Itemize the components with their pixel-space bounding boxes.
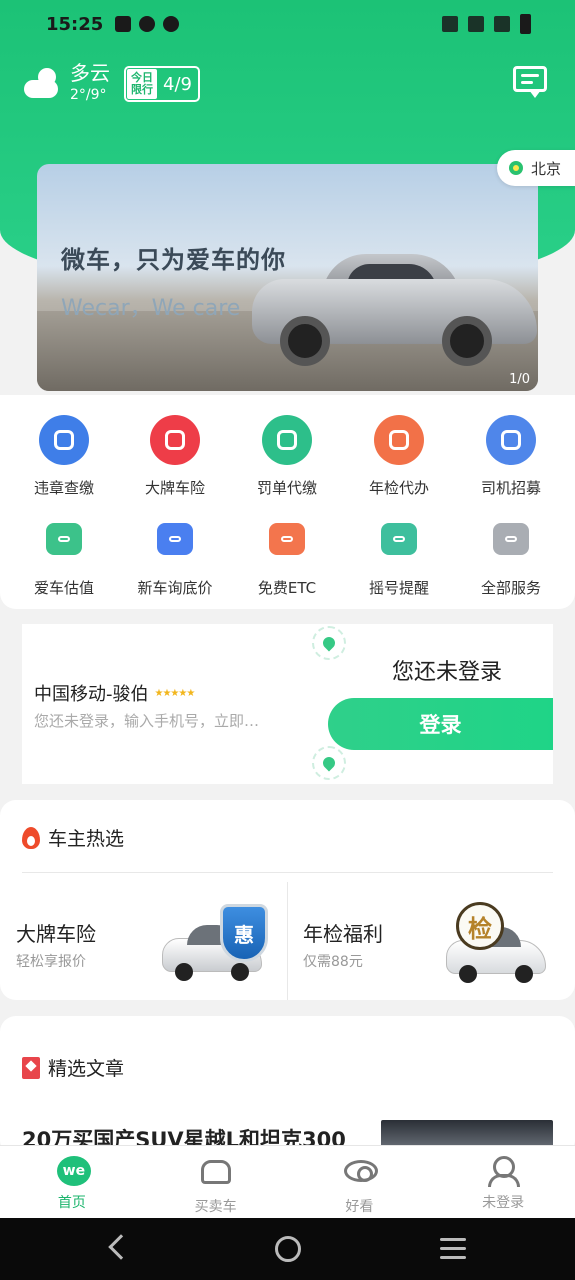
ticket-icon [262, 415, 312, 465]
tab-watch[interactable]: 好看 [288, 1146, 432, 1218]
promo-insurance[interactable]: 大牌车险 轻松享报价 [16, 918, 96, 971]
rating-stars-icon: ★★★★★ [154, 687, 196, 699]
vibrate-icon [442, 16, 458, 32]
status-time: 15:25 [46, 13, 104, 35]
play-icon [163, 16, 180, 32]
tab-buy-sell[interactable]: 买卖车 [144, 1146, 288, 1218]
divider [287, 882, 288, 1000]
violation-icon [39, 415, 89, 465]
login-button[interactable]: 登录 [328, 698, 553, 750]
car-icon [200, 1160, 231, 1184]
rocket-icon [312, 746, 346, 780]
weather-widget[interactable]: 多云 2°/9° [24, 60, 110, 104]
login-card: 中国移动-骏伯 ★★★★★ 您还未登录，输入手机号，立即… 您还未登录 登录 [22, 624, 553, 784]
articles-title: 精选文章 [22, 1054, 124, 1081]
service-etc[interactable]: 免费ETC [231, 515, 343, 598]
partly-cloudy-icon [24, 68, 60, 104]
valuation-icon [46, 523, 82, 555]
hot-picks-title: 车主热选 [22, 824, 124, 851]
bottom-tab-bar: we 首页 买卖车 好看 未登录 [0, 1145, 575, 1218]
notification-icon [115, 16, 132, 32]
bookmark-icon [22, 1056, 40, 1079]
message-icon[interactable] [513, 66, 549, 100]
weather-condition: 多云 [70, 61, 110, 85]
we-logo-icon: we [56, 1156, 91, 1186]
not-logged-in-text: 您还未登录 [392, 660, 503, 685]
location-icon [509, 161, 523, 175]
tab-profile[interactable]: 未登录 [431, 1146, 575, 1218]
login-hint: 您还未登录，输入手机号，立即… [34, 712, 260, 730]
etc-card-icon [269, 523, 305, 555]
service-violation[interactable]: 违章查缴 [8, 415, 120, 498]
insurance-shield-icon [150, 415, 200, 465]
menu-icon[interactable] [440, 1238, 466, 1260]
signal-icon [494, 16, 510, 32]
weather-temp: 2°/9° [70, 87, 107, 103]
service-lottery-reminder[interactable]: 摇号提醒 [343, 515, 455, 598]
service-insurance[interactable]: 大牌车险 [119, 415, 231, 498]
carrier-name: 中国移动-骏伯 [34, 684, 149, 705]
service-valuation[interactable]: 爱车估值 [8, 515, 120, 598]
divider [22, 872, 553, 873]
traffic-limit-badge[interactable]: 今日限行 4/9 [124, 66, 200, 102]
banner-subtitle: Wecar，We care [61, 296, 241, 321]
driver-icon [486, 415, 536, 465]
service-driver-recruit[interactable]: 司机招募 [455, 415, 567, 498]
eye-icon [344, 1160, 379, 1182]
banner-car-image [252, 254, 537, 369]
status-bar: 15:25 [0, 0, 575, 48]
city-name: 北京 [531, 159, 562, 178]
back-icon[interactable] [108, 1234, 134, 1260]
promo-inspection[interactable]: 年检福利 仅需88元 [303, 918, 383, 971]
system-nav-bar [0, 1218, 575, 1280]
banner-page-indicator: 1/0 [509, 372, 530, 387]
traffic-limit-numbers: 4/9 [163, 73, 192, 95]
services-grid: 违章查缴 大牌车险 罚单代缴 年检代办 司机招募 爱车估值 新车询底价 免费ET… [0, 395, 575, 609]
service-new-car-price[interactable]: 新车询底价 [119, 515, 231, 598]
chat-bubble-icon [157, 523, 193, 555]
traffic-limit-label: 今日限行 [127, 69, 157, 99]
arrow-right-icon [493, 523, 529, 555]
service-all[interactable]: 全部服务 [455, 515, 567, 598]
fire-icon [22, 826, 40, 849]
home-circle-icon[interactable] [275, 1236, 301, 1262]
tab-home[interactable]: we 首页 [0, 1146, 144, 1218]
user-icon [488, 1156, 521, 1187]
service-ticket-payment[interactable]: 罚单代缴 [231, 415, 343, 498]
check-icon [139, 16, 156, 32]
insurance-car-image: 惠 [162, 904, 274, 981]
service-annual-inspection[interactable]: 年检代办 [343, 415, 455, 498]
rocket-icon [312, 626, 346, 660]
city-selector[interactable]: 北京 [497, 150, 575, 186]
wifi-icon [468, 16, 484, 32]
promo-banner[interactable]: 微车，只为爱车的你 Wecar，We care 1/0 [37, 164, 538, 391]
inspection-icon [374, 415, 424, 465]
inspection-car-image: 检 [446, 902, 558, 983]
lottery-icon [381, 523, 417, 555]
battery-icon [520, 14, 531, 34]
